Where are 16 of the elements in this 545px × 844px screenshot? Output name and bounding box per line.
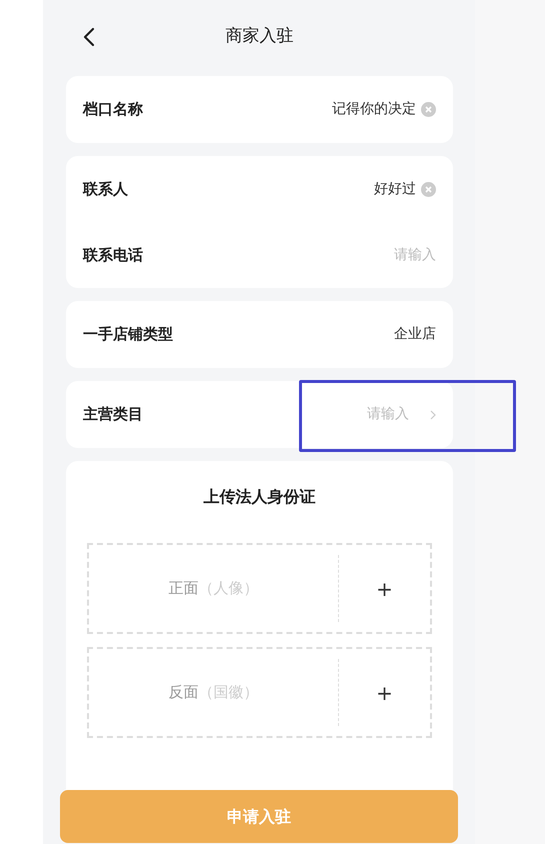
slot-label: 反面 (168, 682, 198, 704)
back-icon[interactable] (83, 27, 95, 47)
field-label: 主营类目 (83, 404, 143, 426)
page-title: 商家入驻 (226, 24, 294, 48)
add-button[interactable]: + (339, 545, 430, 632)
field-label: 联系人 (83, 178, 128, 200)
upload-title: 上传法人身份证 (202, 486, 316, 508)
field-value: 企业店 (394, 325, 436, 344)
field-value[interactable]: 记得你的决定 (332, 99, 416, 120)
field-label: 档口名称 (83, 99, 143, 120)
field-label: 联系电话 (83, 244, 143, 266)
add-button[interactable]: + (339, 649, 430, 736)
field-value[interactable]: 好好过 (374, 178, 416, 200)
field-label: 一手店铺类型 (83, 324, 173, 346)
chevron-right-icon (430, 410, 436, 420)
slot-label: 正面 (168, 578, 198, 600)
